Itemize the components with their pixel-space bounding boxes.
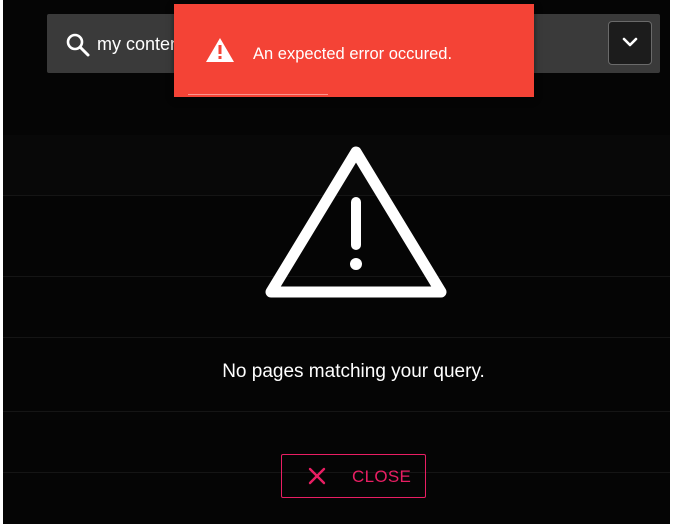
close-button-label: CLOSE <box>352 467 412 486</box>
search-icon <box>65 32 91 58</box>
chevron-down-icon <box>622 34 638 52</box>
warning-icon <box>263 144 449 304</box>
warning-icon <box>205 37 235 63</box>
toast-message: An expected error occured. <box>253 45 453 63</box>
error-toast[interactable]: An expected error occured. <box>174 4 534 97</box>
empty-state-message: No pages matching your query. <box>222 361 485 382</box>
close-button[interactable]: CLOSE <box>281 454 426 498</box>
search-input[interactable] <box>97 31 177 57</box>
close-icon <box>308 467 326 485</box>
screen: No pages matching your query. CLOSE An e… <box>0 0 673 524</box>
toast-progress-bar <box>188 94 328 95</box>
dropdown-button[interactable] <box>608 21 652 65</box>
background-divider <box>3 337 670 338</box>
background-divider <box>3 411 670 412</box>
